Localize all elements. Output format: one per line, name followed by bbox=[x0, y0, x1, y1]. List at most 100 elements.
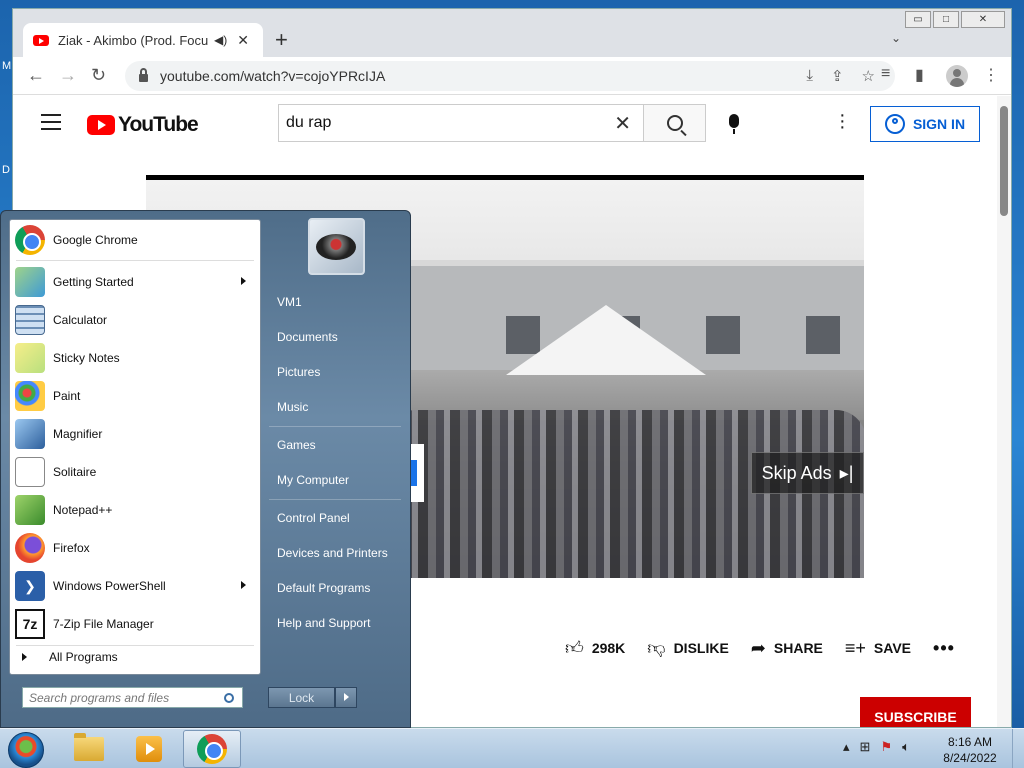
taskbar-chrome[interactable] bbox=[183, 730, 241, 768]
clear-search-icon[interactable]: ✕ bbox=[614, 111, 631, 136]
tab-strip: ▭ □ ✕ Ziak - Akimbo (Prod. Focus B ◀) ✕ … bbox=[13, 9, 1011, 57]
chrome-menu-icon[interactable]: ⋮ bbox=[983, 65, 999, 85]
microphone-icon[interactable] bbox=[729, 114, 739, 134]
minimize-button[interactable]: ▭ bbox=[905, 11, 931, 28]
more-actions-icon[interactable]: ••• bbox=[933, 638, 955, 659]
url-text[interactable]: youtube.com/watch?v=cojoYPRcIJA bbox=[160, 68, 385, 84]
subscribe-button[interactable]: SUBSCRIBE bbox=[860, 697, 971, 727]
bookmark-star-icon[interactable]: ☆ bbox=[862, 67, 875, 85]
user-picture[interactable] bbox=[308, 218, 365, 275]
video-actions: 👍︎ 298K 👎︎ DISLIKE ➦ SHARE ≡+ SAVE ••• bbox=[565, 637, 955, 659]
start-search-input[interactable]: Search programs and files bbox=[22, 687, 243, 708]
profile-avatar-icon[interactable] bbox=[946, 65, 968, 87]
start-link-vm1[interactable]: VM1 bbox=[277, 295, 302, 309]
network-icon[interactable]: ⊞ bbox=[860, 739, 871, 755]
sign-in-label: SIGN IN bbox=[912, 116, 966, 132]
desktop-icon-label[interactable]: M bbox=[2, 60, 11, 72]
chrome-icon bbox=[197, 734, 227, 764]
start-link-help-support[interactable]: Help and Support bbox=[277, 616, 370, 630]
share-label: SHARE bbox=[773, 640, 823, 656]
program-getting-started[interactable]: Getting Started bbox=[12, 264, 258, 300]
side-panel-icon[interactable]: ▮ bbox=[915, 65, 924, 85]
taskbar-explorer[interactable] bbox=[60, 730, 118, 768]
program-firefox[interactable]: Firefox bbox=[12, 530, 258, 566]
settings-kebab-icon[interactable]: · · · bbox=[839, 105, 846, 137]
page-scrollbar[interactable] bbox=[997, 96, 1011, 727]
start-link-my-computer[interactable]: My Computer bbox=[277, 473, 349, 487]
ad-overlay-panel[interactable] bbox=[410, 444, 424, 502]
maximize-button[interactable]: □ bbox=[933, 11, 959, 28]
sign-in-button[interactable]: SIGN IN bbox=[870, 106, 980, 142]
start-link-music[interactable]: Music bbox=[277, 400, 308, 414]
volume-icon[interactable]: 🔈︎ bbox=[902, 739, 910, 755]
program-windows-powershell[interactable]: ❯ Windows PowerShell bbox=[12, 568, 258, 604]
youtube-logo-text: YouTube bbox=[118, 113, 199, 136]
search-button[interactable] bbox=[643, 104, 706, 142]
youtube-play-logo-icon bbox=[87, 115, 115, 135]
program-solitaire[interactable]: Solitaire bbox=[12, 454, 258, 490]
folder-icon bbox=[74, 733, 104, 761]
show-desktop-button[interactable] bbox=[1012, 729, 1024, 768]
action-center-icon[interactable]: ⚑ bbox=[880, 739, 892, 755]
program-magnifier[interactable]: Magnifier bbox=[12, 416, 258, 452]
all-programs-button[interactable]: All Programs bbox=[14, 650, 118, 664]
reload-icon[interactable]: ↻ bbox=[91, 65, 106, 85]
magnifier-icon bbox=[15, 419, 45, 449]
calculator-icon bbox=[15, 305, 45, 335]
search-icon[interactable] bbox=[224, 692, 234, 703]
program-sticky-notes[interactable]: Sticky Notes bbox=[12, 340, 258, 376]
youtube-logo[interactable]: YouTube bbox=[87, 113, 199, 137]
firefox-icon bbox=[15, 533, 45, 563]
media-controls-icon[interactable]: ≡ bbox=[881, 65, 890, 83]
share-button[interactable]: ➦ SHARE bbox=[751, 638, 823, 659]
start-link-devices-printers[interactable]: Devices and Printers bbox=[277, 546, 388, 560]
program-calculator[interactable]: Calculator bbox=[12, 302, 258, 338]
install-app-icon[interactable]: ⤓ bbox=[806, 67, 813, 85]
lock-icon[interactable] bbox=[139, 68, 148, 82]
close-tab-icon[interactable]: ✕ bbox=[237, 32, 249, 49]
clock-time: 8:16 AM bbox=[947, 735, 993, 749]
hamburger-menu-icon[interactable] bbox=[41, 114, 61, 135]
forward-arrow-icon[interactable]: → bbox=[59, 65, 77, 85]
close-window-button[interactable]: ✕ bbox=[961, 11, 1005, 28]
back-arrow-icon[interactable]: ← bbox=[27, 65, 45, 85]
video-frame-tent bbox=[506, 305, 706, 375]
tab-search-chevron-icon[interactable]: ⌄ bbox=[891, 31, 901, 45]
start-link-documents[interactable]: Documents bbox=[277, 330, 338, 344]
taskbar-media-player[interactable] bbox=[120, 730, 178, 768]
program-google-chrome[interactable]: Google Chrome bbox=[12, 222, 258, 258]
search-input[interactable]: du rap ✕ bbox=[278, 104, 643, 142]
desktop-icon-label[interactable]: D bbox=[2, 164, 10, 176]
shutdown-options-arrow-icon[interactable] bbox=[335, 687, 357, 708]
skip-ads-button[interactable]: Skip Ads ▸| bbox=[751, 452, 864, 494]
video-frame-crowd bbox=[386, 410, 864, 578]
dislike-button[interactable]: 👎︎ DISLIKE bbox=[647, 637, 729, 659]
save-button[interactable]: ≡+ SAVE bbox=[845, 638, 911, 659]
search-query[interactable]: du rap bbox=[286, 114, 614, 132]
new-tab-button[interactable]: + bbox=[275, 29, 288, 51]
dislike-label: DISLIKE bbox=[673, 640, 729, 656]
start-link-games[interactable]: Games bbox=[277, 438, 316, 452]
program-paint[interactable]: Paint bbox=[12, 378, 258, 414]
address-bar[interactable]: youtube.com/watch?v=cojoYPRcIJA ⤓ ⇪ ☆ bbox=[125, 61, 895, 91]
start-link-default-programs[interactable]: Default Programs bbox=[277, 581, 370, 595]
search-placeholder: Search programs and files bbox=[29, 690, 170, 705]
start-link-pictures[interactable]: Pictures bbox=[277, 365, 320, 379]
lock-button[interactable]: Lock bbox=[268, 687, 335, 708]
program-7zip[interactable]: 7z 7-Zip File Manager bbox=[12, 606, 258, 642]
program-notepad-plus[interactable]: Notepad++ bbox=[12, 492, 258, 528]
tab-youtube[interactable]: Ziak - Akimbo (Prod. Focus B ◀) ✕ bbox=[23, 23, 263, 57]
account-icon bbox=[884, 114, 905, 134]
save-label: SAVE bbox=[873, 640, 912, 656]
getting-started-icon bbox=[15, 267, 45, 297]
show-hidden-icons-icon[interactable]: ▴ bbox=[843, 739, 850, 755]
solitaire-icon bbox=[15, 457, 45, 487]
clock[interactable]: 8:16 AM 8/24/2022 bbox=[935, 734, 1005, 766]
like-button[interactable]: 👍︎ 298K bbox=[565, 637, 625, 659]
share-page-icon[interactable]: ⇪ bbox=[831, 67, 844, 85]
start-link-control-panel[interactable]: Control Panel bbox=[277, 511, 350, 525]
notepad-plus-icon bbox=[15, 495, 45, 525]
audio-playing-icon[interactable]: ◀) bbox=[214, 33, 227, 47]
scrollbar-thumb[interactable] bbox=[1000, 106, 1008, 216]
start-button[interactable] bbox=[8, 732, 44, 768]
